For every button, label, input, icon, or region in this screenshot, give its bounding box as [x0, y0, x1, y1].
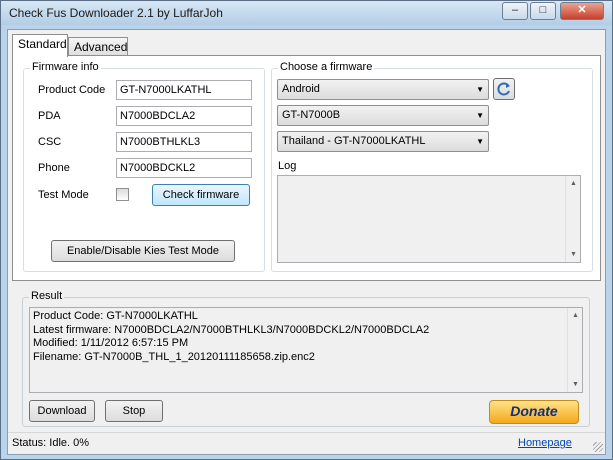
test-mode-checkbox[interactable] — [116, 188, 129, 201]
kies-test-mode-button[interactable]: Enable/Disable Kies Test Mode — [51, 240, 235, 262]
refresh-button[interactable] — [493, 78, 515, 100]
minimize-button[interactable]: – — [502, 2, 528, 20]
result-textarea[interactable]: Product Code: GT-N7000LKATHL Latest firm… — [29, 307, 583, 393]
result-line: Modified: 1/11/2012 6:57:15 PM — [33, 337, 189, 349]
title-bar[interactable]: Check Fus Downloader 2.1 by LuffarJoh – … — [1, 1, 612, 25]
client-area: Standard Advanced Firmware info Product … — [7, 29, 606, 455]
log-scrollbar[interactable]: ▲ ▼ — [565, 176, 580, 262]
resize-grip-icon[interactable] — [593, 442, 603, 452]
tab-standard[interactable]: Standard — [12, 34, 68, 57]
chevron-down-icon: ▼ — [476, 85, 484, 94]
scroll-up-icon[interactable]: ▲ — [568, 308, 583, 323]
firmware-info-legend: Firmware info — [30, 61, 101, 73]
window-title: Check Fus Downloader 2.1 by LuffarJoh — [9, 6, 223, 20]
chevron-down-icon: ▼ — [476, 111, 484, 120]
maximize-button[interactable]: □ — [530, 2, 556, 20]
result-line: Filename: GT-N7000B_THL_1_20120111185658… — [33, 350, 315, 363]
log-label: Log — [278, 160, 297, 172]
pda-field[interactable]: N7000BDCLA2 — [116, 106, 252, 126]
model-select[interactable]: GT-N7000B ▼ — [277, 105, 489, 126]
test-mode-label: Test Mode — [38, 189, 89, 201]
result-text: Product Code: GT-N7000LKATHL Latest firm… — [33, 310, 429, 364]
donate-button[interactable]: Donate — [489, 400, 579, 424]
firmware-info-group: Firmware info Product Code GT-N7000LKATH… — [23, 61, 265, 272]
region-select[interactable]: Thailand - GT-N7000LKATHL ▼ — [277, 131, 489, 152]
app-window: Check Fus Downloader 2.1 by LuffarJoh – … — [0, 0, 613, 460]
csc-label: CSC — [38, 136, 62, 148]
result-legend: Result — [29, 290, 65, 302]
region-select-value: Thailand - GT-N7000LKATHL — [282, 135, 426, 147]
csc-field[interactable]: N7000BTHLKL3 — [116, 132, 252, 152]
result-scrollbar[interactable]: ▲ ▼ — [567, 308, 582, 392]
scroll-down-icon[interactable]: ▼ — [568, 377, 583, 392]
log-textarea[interactable]: ▲ ▼ — [277, 175, 581, 263]
check-firmware-button[interactable]: Check firmware — [152, 184, 250, 206]
status-text: Status: Idle. 0% — [12, 437, 90, 449]
close-button[interactable]: ✕ — [560, 2, 604, 20]
result-group: Result Product Code: GT-N7000LKATHL Late… — [22, 290, 590, 427]
scroll-up-icon[interactable]: ▲ — [566, 176, 581, 191]
result-line: Product Code: GT-N7000LKATHL — [33, 310, 198, 322]
result-line: Latest firmware: N7000BDCLA2/N7000BTHLKL… — [33, 323, 430, 336]
model-select-value: GT-N7000B — [282, 109, 341, 121]
product-code-field[interactable]: GT-N7000LKATHL — [116, 80, 252, 100]
status-bar: Status: Idle. 0% Homepage — [8, 432, 605, 454]
homepage-link[interactable]: Homepage — [518, 437, 572, 449]
os-select[interactable]: Android ▼ — [277, 79, 489, 100]
phone-field[interactable]: N7000BDCKL2 — [116, 158, 252, 178]
pda-label: PDA — [38, 110, 61, 122]
refresh-icon — [497, 82, 510, 96]
tab-advanced[interactable]: Advanced — [68, 37, 128, 57]
product-code-label: Product Code — [38, 84, 106, 96]
phone-label: Phone — [38, 162, 70, 174]
download-button[interactable]: Download — [29, 400, 95, 422]
choose-firmware-group: Choose a firmware Android ▼ GT-N7000B ▼ — [271, 61, 593, 272]
chevron-down-icon: ▼ — [476, 137, 484, 146]
standard-tab-panel: Firmware info Product Code GT-N7000LKATH… — [12, 55, 601, 281]
stop-button[interactable]: Stop — [105, 400, 163, 422]
os-select-value: Android — [282, 83, 320, 95]
scroll-down-icon[interactable]: ▼ — [566, 247, 581, 262]
choose-firmware-legend: Choose a firmware — [278, 61, 375, 73]
